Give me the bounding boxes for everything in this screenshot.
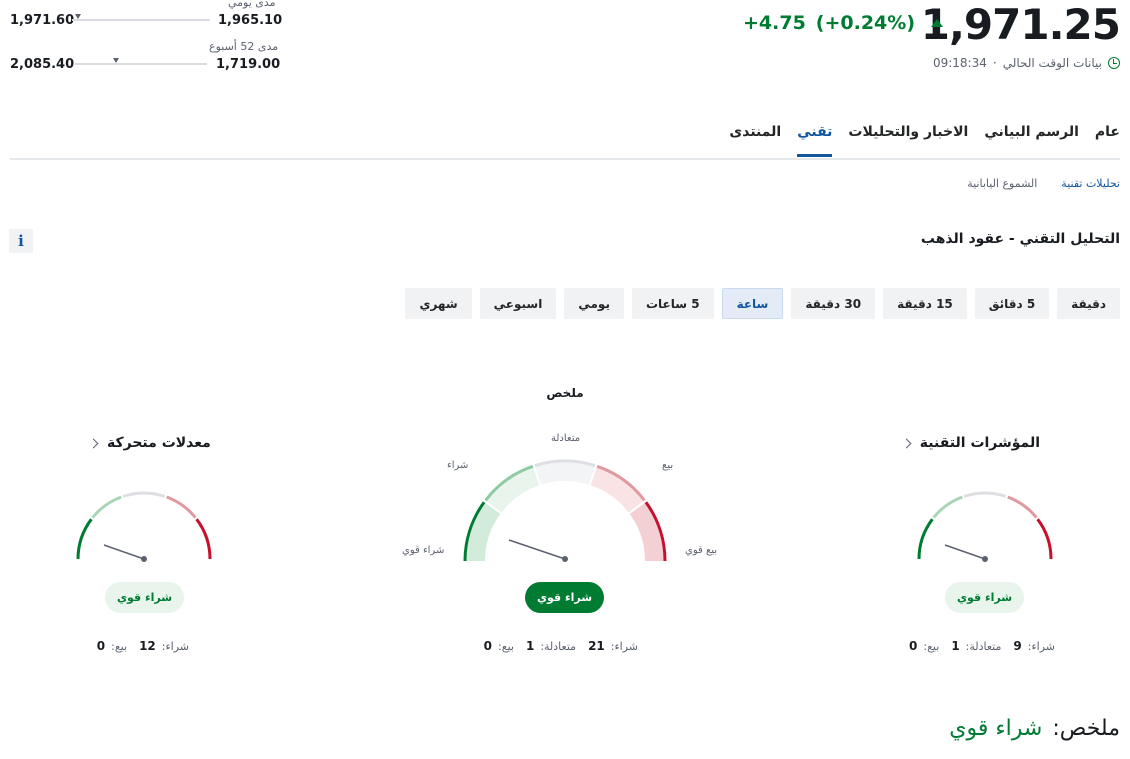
summary-neutral: متعادلة:1 <box>525 639 577 653</box>
gauge-label-neutral: متعادلة <box>551 433 581 444</box>
indicators-title: المؤشرات التقنية <box>919 435 1040 451</box>
price-change: +4.75 (+0.24%) <box>743 12 943 34</box>
tab-overview[interactable]: عام <box>1095 118 1120 157</box>
week52-range-marker <box>113 58 119 63</box>
summary-counts: شراء:21 متعادلة:1 بيع:0 <box>484 639 638 653</box>
main-tabs: عام الرسم البياني الاخبار والتحليلات تقن… <box>729 118 1120 157</box>
indicators-counts: شراء:9 متعادلة:1 بيع:0 <box>909 639 1055 653</box>
summary-gauge <box>463 459 667 562</box>
period-5min[interactable]: 5 دقائق <box>974 288 1050 319</box>
chevron-left-icon <box>901 438 912 448</box>
period-weekly[interactable]: اسبوعي <box>479 288 557 319</box>
moving-averages-buy: شراء:12 <box>139 639 189 653</box>
time-separator: · <box>992 56 997 70</box>
period-1min[interactable]: دقيقة <box>1057 288 1120 319</box>
summary-sell: بيع:0 <box>483 639 514 653</box>
daily-range-bar <box>72 19 210 21</box>
chevron-left-icon <box>88 438 99 448</box>
indicators-sell: بيع:0 <box>909 639 940 653</box>
period-15min[interactable]: 15 دقيقة <box>883 288 967 319</box>
period-1hour[interactable]: ساعة <box>721 288 784 319</box>
period-selector: دقيقة 5 دقائق 15 دقيقة 30 دقيقة ساعة 5 س… <box>405 288 1120 319</box>
moving-averages-title: معدلات متحركة <box>107 435 211 451</box>
sub-tabs: تحليلات تقنية الشموع اليابانية <box>967 177 1120 190</box>
tab-news[interactable]: الاخبار والتحليلات <box>848 118 968 157</box>
moving-averages-title-link[interactable]: معدلات متحركة <box>88 435 211 451</box>
week52-range-low: 1,719.00 <box>216 57 281 72</box>
indicators-buy: شراء:9 <box>1013 639 1055 653</box>
moving-averages-signal: شراء قوي <box>105 582 184 613</box>
change-value: +4.75 <box>742 12 806 34</box>
tabs-divider <box>10 158 1120 160</box>
clock-icon <box>1108 57 1120 69</box>
indicators-signal: شراء قوي <box>945 582 1024 613</box>
tab-chart[interactable]: الرسم البياني <box>984 118 1079 157</box>
daily-range-marker <box>75 14 81 19</box>
gauge-label-strong-sell: بيع قوي <box>685 545 718 556</box>
last-price: 1,971.25 <box>920 0 1121 49</box>
period-5hours[interactable]: 5 ساعات <box>631 288 714 319</box>
period-monthly[interactable]: شهري <box>405 288 472 319</box>
final-summary-value: شراء قوي <box>949 716 1043 741</box>
period-30min[interactable]: 30 دقيقة <box>791 288 876 319</box>
subtab-technical-analysis[interactable]: تحليلات تقنية <box>1061 177 1120 190</box>
summary-buy: شراء:21 <box>588 639 638 653</box>
final-summary: ملخص: شراء قوي <box>949 716 1120 741</box>
moving-averages-sell: بيع:0 <box>96 639 128 653</box>
time-label: بيانات الوقت الحالي <box>1002 56 1102 70</box>
daily-range-label: مدى يومي <box>228 0 276 9</box>
time-value: 09:18:34 <box>932 56 987 70</box>
tab-forum[interactable]: المنتدى <box>729 118 781 157</box>
moving-averages-gauge <box>76 491 212 562</box>
daily-range-low: 1,965.10 <box>218 13 283 28</box>
week52-range-label: مدى 52 أسبوع <box>209 40 279 53</box>
week52-range-bar <box>75 63 207 65</box>
summary-signal: شراء قوي <box>525 582 604 613</box>
change-percent: (+0.24%) <box>815 12 915 34</box>
indicators-gauge <box>917 491 1053 562</box>
info-icon[interactable]: i <box>9 229 33 253</box>
indicators-title-link[interactable]: المؤشرات التقنية <box>901 435 1040 451</box>
section-title: التحليل التقني - عقود الذهب <box>920 231 1120 247</box>
week52-range-high: 2,085.40 <box>10 57 75 72</box>
period-daily[interactable]: يومي <box>564 288 624 319</box>
final-summary-label: ملخص: <box>1052 716 1120 741</box>
summary-heading: ملخص <box>546 386 584 400</box>
time-row: بيانات الوقت الحالي · 09:18:34 <box>933 56 1120 70</box>
moving-averages-counts: شراء:12 بيع:0 <box>97 639 189 653</box>
up-arrow-icon <box>931 19 943 27</box>
subtab-candlesticks[interactable]: الشموع اليابانية <box>967 177 1037 190</box>
indicators-neutral: متعادلة:1 <box>951 639 1002 653</box>
daily-range-high: 1,971.60 <box>10 13 75 28</box>
gauge-label-strong-buy: شراء قوي <box>402 545 445 556</box>
tab-technical[interactable]: تقني <box>797 118 833 157</box>
